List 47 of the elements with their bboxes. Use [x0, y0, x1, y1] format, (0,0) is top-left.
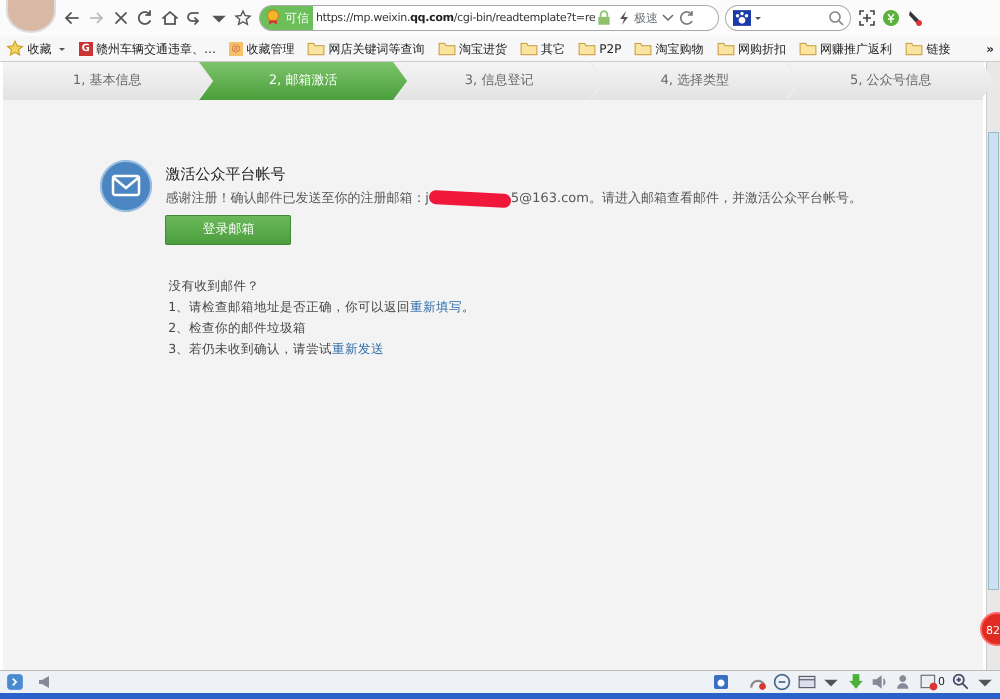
- star-icon[interactable]: [234, 9, 252, 27]
- bookmark-manager-icon: ㊣: [229, 42, 243, 56]
- blocked-window-icon[interactable]: [920, 673, 938, 691]
- window-icon[interactable]: [798, 673, 816, 691]
- star-icon: [6, 40, 24, 58]
- bookmark-item[interactable]: P2P: [578, 40, 622, 58]
- caret-icon[interactable]: [754, 14, 762, 22]
- scrollbar[interactable]: [986, 62, 1000, 670]
- back-icon[interactable]: [62, 9, 80, 27]
- envelope-icon: [100, 160, 152, 212]
- bookmark-item[interactable]: 淘宝购物: [634, 40, 704, 58]
- site-logo-icon: G: [78, 42, 93, 56]
- help-heading: 没有收到邮件？: [168, 277, 260, 295]
- blocked-count: 0: [938, 674, 945, 690]
- bookmark-item[interactable]: 网购折扣: [716, 40, 786, 58]
- bookmark-item[interactable]: 网赚推广返利: [798, 40, 892, 58]
- scrollbar-thumb[interactable]: [988, 132, 999, 590]
- paw-logo-icon[interactable]: [732, 9, 750, 27]
- message-text: 感谢注册！确认邮件已发送至你的注册邮箱：j: [165, 190, 429, 208]
- bookmark-item[interactable]: ㊣ 收藏管理: [229, 40, 294, 58]
- bookmark-item[interactable]: 淘宝进货: [438, 40, 507, 58]
- screenshot-icon[interactable]: [858, 9, 876, 27]
- coin-icon[interactable]: [882, 9, 900, 27]
- bookmark-item[interactable]: 其它: [520, 40, 565, 58]
- help-link[interactable]: 重新发送: [332, 341, 384, 356]
- help-link[interactable]: 重新填写: [410, 299, 462, 314]
- more-bookmarks-button[interactable]: »: [986, 40, 994, 58]
- speed-mode-label: 极速: [634, 10, 658, 27]
- search-icon[interactable]: [828, 10, 844, 26]
- search-field[interactable]: [725, 5, 851, 31]
- url-text: https://mp.weixin.qq.com/cgi-bin/readtemplate?t=re: [316, 10, 596, 26]
- minus-circle-icon[interactable]: [773, 673, 791, 691]
- bookmark-item[interactable]: 收藏: [6, 40, 66, 58]
- heading: 激活公众平台帐号: [165, 164, 286, 186]
- home-icon[interactable]: [160, 9, 178, 27]
- bookmark-item[interactable]: 网店关键词等查询: [307, 40, 424, 58]
- help-item: 2、检查你的邮件垃圾箱: [168, 319, 308, 337]
- help-item: 3、若仍未收到确认，请尝试重新发送: [168, 340, 386, 358]
- zoom-icon[interactable]: [952, 673, 970, 691]
- bookmark-item[interactable]: 链接: [905, 40, 950, 58]
- trust-label: 可信: [284, 10, 309, 27]
- message-text: 5@163.com。请进入邮箱查看邮件，并激活公众平台帐号。: [510, 190, 862, 208]
- address-bar[interactable]: 可信 https://mp.weixin.qq.com/cgi-bin/readtemplate?t=re 极速: [258, 5, 718, 31]
- refresh-icon[interactable]: [136, 9, 154, 27]
- bookmark-item[interactable]: G 赣州车辆交通违章、…: [78, 40, 216, 58]
- help-item: 1、请检查邮箱地址是否正确，你可以返回重新填写。: [168, 298, 476, 316]
- sidebar-toggle-icon[interactable]: [6, 673, 24, 691]
